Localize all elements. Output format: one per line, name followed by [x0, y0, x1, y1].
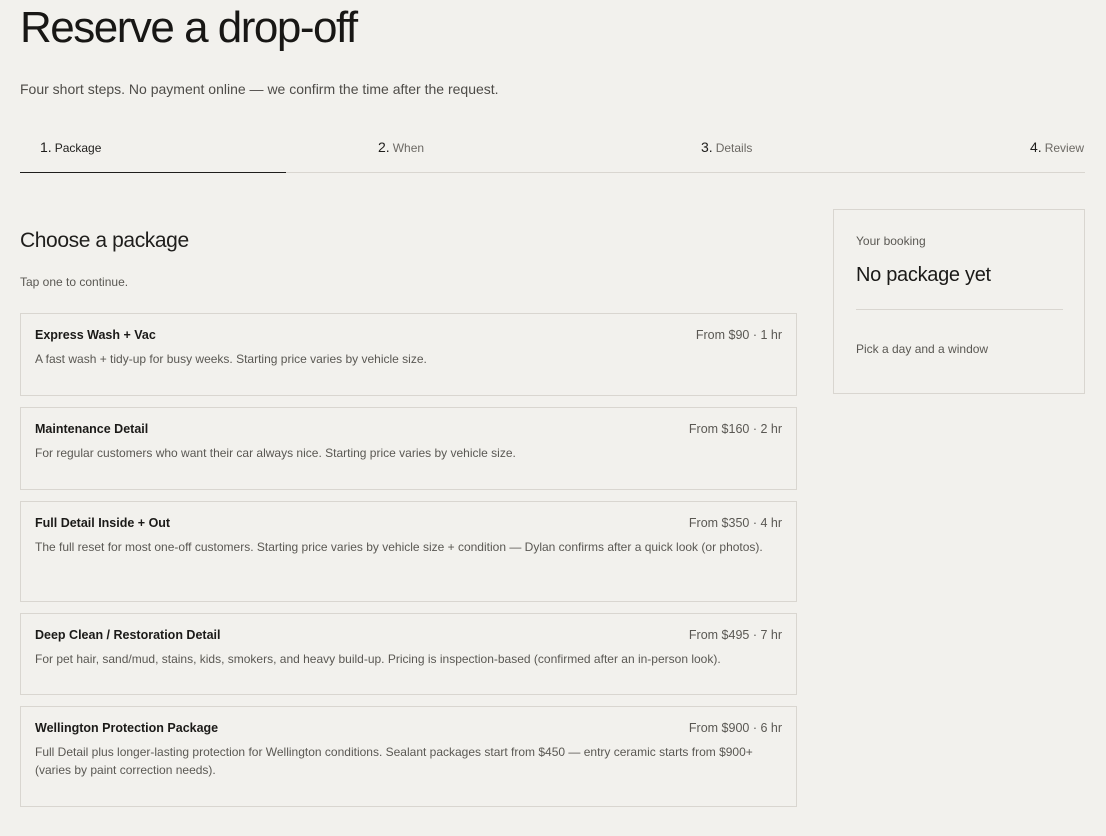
package-card-maintenance-detail[interactable]: Maintenance Detail From $160 · 2 hr For … — [20, 407, 797, 490]
booking-summary-label: Your booking — [856, 234, 926, 248]
step-tabs: 1. Package 2. When 3. Details 4. Review — [20, 128, 1085, 173]
step-number: 2. — [378, 139, 390, 155]
package-card-wellington-protection[interactable]: Wellington Protection Package From $900 … — [20, 706, 797, 807]
step-label: Package — [54, 141, 102, 155]
package-card-deep-clean[interactable]: Deep Clean / Restoration Detail From $49… — [20, 613, 797, 695]
divider — [856, 309, 1063, 310]
package-price: From $495 · 7 hr — [688, 628, 782, 642]
package-price: From $160 · 2 hr — [688, 422, 782, 436]
section-hint: Tap one to continue. — [20, 275, 129, 289]
step-tab-when[interactable]: 2. When — [378, 139, 424, 155]
booking-summary-note: Pick a day and a window — [856, 342, 989, 356]
package-name: Wellington Protection Package — [35, 721, 219, 735]
package-name: Full Detail Inside + Out — [35, 516, 171, 530]
package-price: From $90 · 1 hr — [695, 328, 782, 342]
package-card-full-detail[interactable]: Full Detail Inside + Out From $350 · 4 h… — [20, 501, 797, 602]
package-description: Full Detail plus longer-lasting protecti… — [35, 745, 753, 777]
step-number: 1. — [40, 139, 52, 155]
step-tab-details[interactable]: 3. Details — [701, 139, 752, 155]
package-description: For regular customers who want their car… — [35, 446, 516, 460]
package-card-express-wash[interactable]: Express Wash + Vac From $90 · 1 hr A fas… — [20, 313, 797, 396]
package-description: A fast wash + tidy-up for busy weeks. St… — [35, 352, 427, 366]
page-title: Reserve a drop-off — [20, 3, 358, 52]
package-description: The full reset for most one-off customer… — [35, 540, 763, 554]
package-name: Express Wash + Vac — [35, 328, 156, 342]
step-label: When — [392, 141, 425, 155]
step-label: Details — [715, 141, 753, 155]
step-label: Review — [1044, 141, 1085, 155]
step-tab-review[interactable]: 4. Review — [1030, 139, 1084, 155]
step-number: 4. — [1030, 139, 1042, 155]
active-step-indicator — [20, 172, 286, 173]
package-list: Express Wash + Vac From $90 · 1 hr A fas… — [20, 313, 797, 818]
booking-summary-package: No package yet — [856, 264, 991, 286]
page-subtitle: Four short steps. No payment online — we… — [20, 81, 499, 97]
package-name: Maintenance Detail — [35, 422, 149, 436]
package-name: Deep Clean / Restoration Detail — [35, 628, 221, 642]
step-tab-package[interactable]: 1. Package — [40, 139, 101, 155]
booking-summary: Your booking No package yet Pick a day a… — [833, 209, 1085, 394]
step-number: 3. — [701, 139, 713, 155]
package-price: From $900 · 6 hr — [688, 721, 782, 735]
section-title: Choose a package — [20, 229, 189, 252]
package-description: For pet hair, sand/mud, stains, kids, sm… — [35, 652, 721, 666]
package-price: From $350 · 4 hr — [688, 516, 782, 530]
